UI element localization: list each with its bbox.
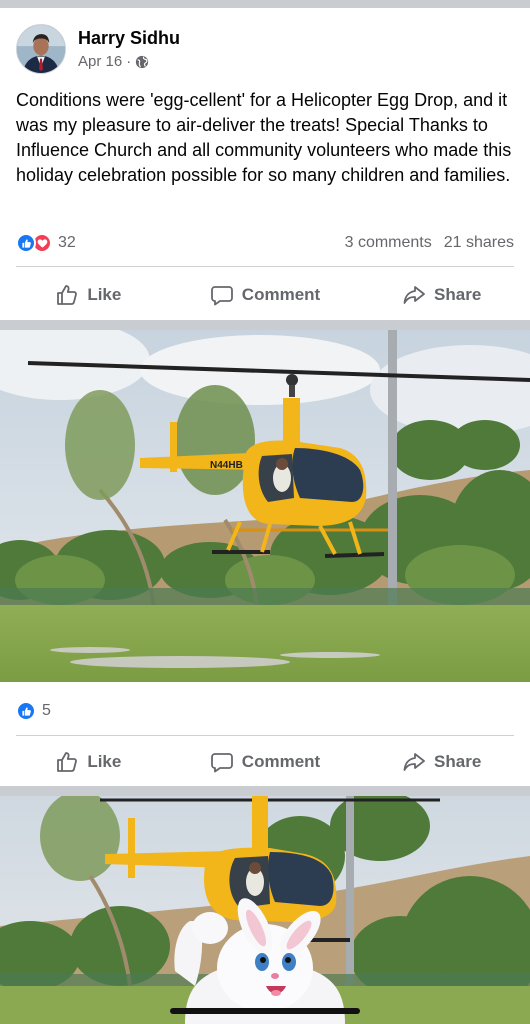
author-name[interactable]: Harry Sidhu bbox=[78, 27, 180, 49]
photo-footer-card: 5 Like Comment Share bbox=[0, 682, 530, 786]
like-reaction-icon bbox=[16, 233, 36, 253]
comments-count-link[interactable]: 3 comments bbox=[345, 234, 432, 252]
share-arrow-icon bbox=[403, 286, 425, 304]
avatar[interactable] bbox=[16, 24, 66, 74]
reaction-summary[interactable]: 32 bbox=[16, 233, 76, 253]
comment-bubble-icon bbox=[210, 753, 233, 773]
reaction-count: 32 bbox=[58, 234, 76, 251]
like-label: Like bbox=[87, 285, 122, 304]
post-card: Harry Sidhu Apr 16 · Conditions were 'eg… bbox=[0, 8, 530, 320]
home-indicator bbox=[170, 1008, 360, 1014]
share-arrow-icon bbox=[403, 753, 425, 771]
comment-bubble-icon bbox=[210, 286, 233, 306]
easter-bunny-photo[interactable] bbox=[0, 796, 530, 1024]
tail-number-text: N44HB bbox=[210, 460, 243, 471]
share-label: Share bbox=[434, 285, 482, 304]
divider bbox=[16, 735, 514, 736]
comment-button[interactable]: Comment bbox=[177, 273, 354, 317]
share-label: Share bbox=[434, 752, 482, 771]
globe-icon bbox=[135, 55, 149, 69]
comment-label: Comment bbox=[241, 752, 321, 771]
thumbs-up-icon bbox=[57, 752, 78, 772]
like-reaction-icon bbox=[16, 701, 36, 721]
like-button[interactable]: Like bbox=[0, 273, 177, 317]
divider bbox=[16, 266, 514, 267]
post-stats: 32 3 comments 21 shares bbox=[16, 231, 514, 255]
comment-label: Comment bbox=[241, 285, 321, 304]
photo-reaction-summary[interactable]: 5 bbox=[16, 701, 51, 721]
share-button[interactable]: Share bbox=[353, 740, 530, 784]
date-separator: · bbox=[126, 52, 132, 70]
share-button[interactable]: Share bbox=[353, 273, 530, 317]
shares-count-link[interactable]: 21 shares bbox=[444, 234, 514, 252]
photo-stats: 5 bbox=[16, 699, 514, 723]
photo-reaction-count: 5 bbox=[42, 702, 51, 719]
post-header: Harry Sidhu Apr 16 · bbox=[16, 22, 180, 76]
like-button[interactable]: Like bbox=[0, 740, 177, 784]
top-separator bbox=[0, 0, 530, 8]
helicopter-photo[interactable]: N44HB bbox=[0, 330, 530, 682]
photo-action-bar: Like Comment Share bbox=[0, 740, 530, 784]
post-action-bar: Like Comment Share bbox=[0, 273, 530, 317]
like-label: Like bbox=[87, 752, 122, 771]
post-date[interactable]: Apr 16 bbox=[78, 52, 122, 72]
post-message: Conditions were 'egg-cellent' for a Heli… bbox=[16, 90, 512, 185]
comment-button[interactable]: Comment bbox=[177, 740, 354, 784]
thumbs-up-icon bbox=[57, 285, 78, 305]
